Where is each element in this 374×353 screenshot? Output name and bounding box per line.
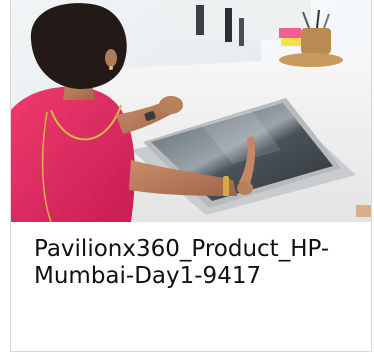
product-photo[interactable] <box>11 0 371 222</box>
photo-woman-laptop <box>11 0 371 222</box>
image-card[interactable]: Pavilionx360_Product_HP-Mumbai-Day1-9417 <box>10 0 372 352</box>
image-caption[interactable]: Pavilionx360_Product_HP-Mumbai-Day1-9417 <box>34 236 354 290</box>
